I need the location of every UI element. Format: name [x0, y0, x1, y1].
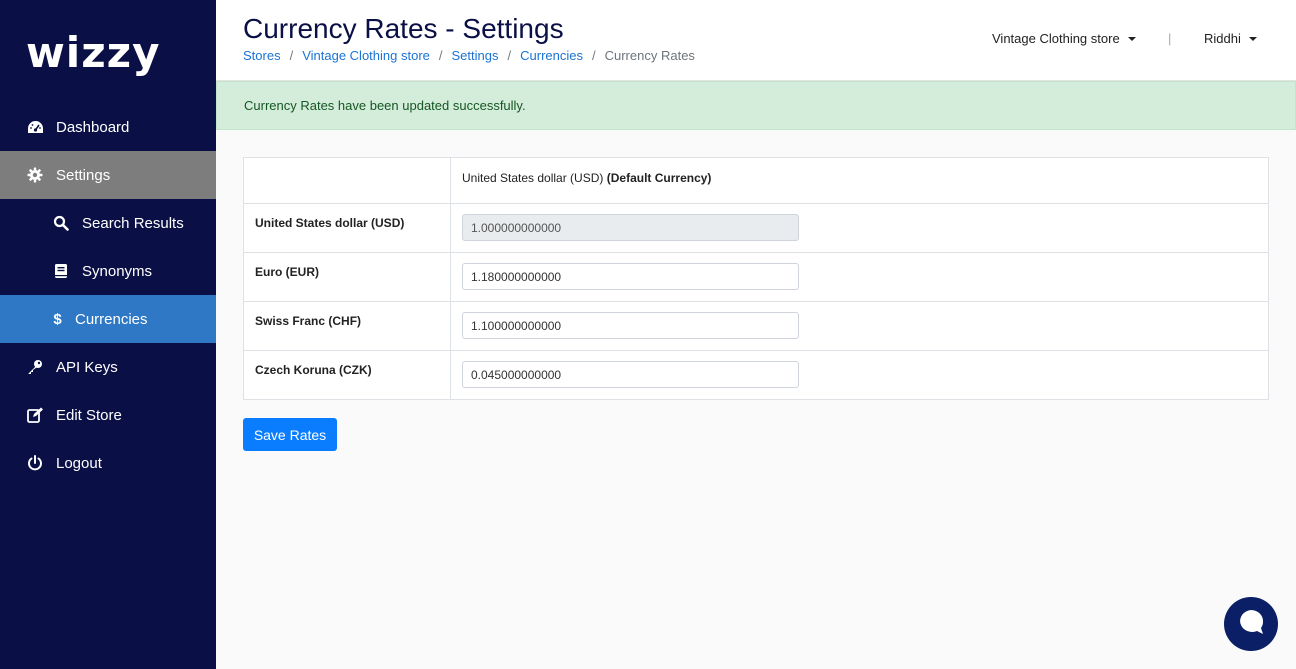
power-icon	[26, 454, 44, 472]
rate-cell	[450, 350, 1269, 400]
breadcrumb-stores[interactable]: Stores	[243, 48, 281, 63]
sidebar-item-label: Edit Store	[56, 406, 122, 424]
sidebar-item-label: Synonyms	[82, 262, 153, 280]
sidebar-nav: Dashboard Settings Search Results Synony…	[0, 103, 216, 487]
edit-icon	[26, 406, 44, 424]
caret-down-icon	[1127, 36, 1136, 41]
table-header-row: United States dollar (USD) (Default Curr…	[243, 157, 1269, 204]
table-row: Swiss Franc (CHF)	[243, 301, 1269, 351]
save-rates-button[interactable]: Save Rates	[243, 418, 337, 451]
sidebar-item-currencies[interactable]: $ Currencies	[0, 295, 216, 343]
page-title: Currency Rates - Settings	[243, 13, 564, 44]
currency-label-eur: Euro (EUR)	[243, 252, 451, 302]
currency-label-usd: United States dollar (USD)	[243, 203, 451, 253]
page-header: Currency Rates - Settings Stores / Vinta…	[216, 0, 1296, 81]
logo-text: wizzy	[26, 28, 161, 77]
wizzy-logo[interactable]: wizzy	[26, 30, 160, 80]
search-icon	[52, 214, 70, 232]
sidebar-item-dashboard[interactable]: Dashboard	[0, 103, 216, 151]
currency-rates-table: United States dollar (USD) (Default Curr…	[243, 157, 1269, 400]
sidebar-item-settings[interactable]: Settings	[0, 151, 216, 199]
sidebar-item-label: API Keys	[56, 358, 118, 376]
header-divider: |	[1168, 31, 1172, 46]
user-menu-dropdown[interactable]: Riddhi	[1204, 31, 1257, 46]
table-row: Czech Koruna (CZK)	[243, 350, 1269, 400]
currency-label-czk: Czech Koruna (CZK)	[243, 350, 451, 400]
sidebar-item-api-keys[interactable]: API Keys	[0, 343, 216, 391]
book-icon	[52, 262, 70, 280]
store-selector-label: Vintage Clothing store	[992, 31, 1120, 46]
sidebar-item-label: Dashboard	[56, 118, 130, 136]
breadcrumb-separator: /	[438, 48, 443, 63]
store-selector-dropdown[interactable]: Vintage Clothing store	[992, 31, 1136, 46]
header-default-tag: (Default Currency)	[606, 171, 712, 185]
rate-input-czk[interactable]	[462, 361, 799, 388]
rate-input-usd[interactable]	[462, 214, 799, 241]
breadcrumb-separator: /	[289, 48, 294, 63]
gear-icon	[26, 166, 44, 184]
sidebar-item-label: Logout	[56, 454, 102, 472]
breadcrumb-store[interactable]: Vintage Clothing store	[302, 48, 430, 63]
table-header-default-currency: United States dollar (USD) (Default Curr…	[450, 157, 1269, 204]
caret-down-icon	[1248, 36, 1257, 41]
sidebar-item-label: Currencies	[75, 310, 148, 328]
rate-input-chf[interactable]	[462, 312, 799, 339]
rate-cell	[450, 301, 1269, 351]
rate-cell	[450, 203, 1269, 253]
chat-widget-button[interactable]	[1224, 597, 1278, 651]
chat-bubble-icon	[1236, 607, 1266, 642]
dashboard-gauge-icon	[26, 118, 44, 136]
breadcrumb-current: Currency Rates	[604, 48, 695, 63]
rate-input-eur[interactable]	[462, 263, 799, 290]
breadcrumb-settings[interactable]: Settings	[452, 48, 499, 63]
table-row: United States dollar (USD)	[243, 203, 1269, 253]
currency-label-chf: Swiss Franc (CHF)	[243, 301, 451, 351]
sidebar-item-label: Search Results	[82, 214, 184, 232]
breadcrumb-currencies[interactable]: Currencies	[520, 48, 583, 63]
dollar-icon: $	[53, 310, 62, 328]
alert-message: Currency Rates have been updated success…	[244, 98, 526, 113]
sidebar-item-search-results[interactable]: Search Results	[0, 199, 216, 247]
rate-cell	[450, 252, 1269, 302]
breadcrumb-separator: /	[507, 48, 512, 63]
table-row: Euro (EUR)	[243, 252, 1269, 302]
sidebar-item-synonyms[interactable]: Synonyms	[0, 247, 216, 295]
table-header-empty	[243, 157, 451, 204]
success-alert: Currency Rates have been updated success…	[216, 81, 1296, 130]
key-icon	[26, 358, 44, 376]
header-currency-name: United States dollar (USD)	[462, 171, 604, 185]
sidebar-item-edit-store[interactable]: Edit Store	[0, 391, 216, 439]
breadcrumb-separator: /	[591, 48, 596, 63]
user-name: Riddhi	[1204, 31, 1241, 46]
sidebar: wizzy Dashboard Settings Search Results …	[0, 0, 216, 669]
breadcrumb: Stores / Vintage Clothing store / Settin…	[243, 48, 695, 63]
sidebar-item-label: Settings	[56, 166, 111, 184]
sidebar-item-logout[interactable]: Logout	[0, 439, 216, 487]
